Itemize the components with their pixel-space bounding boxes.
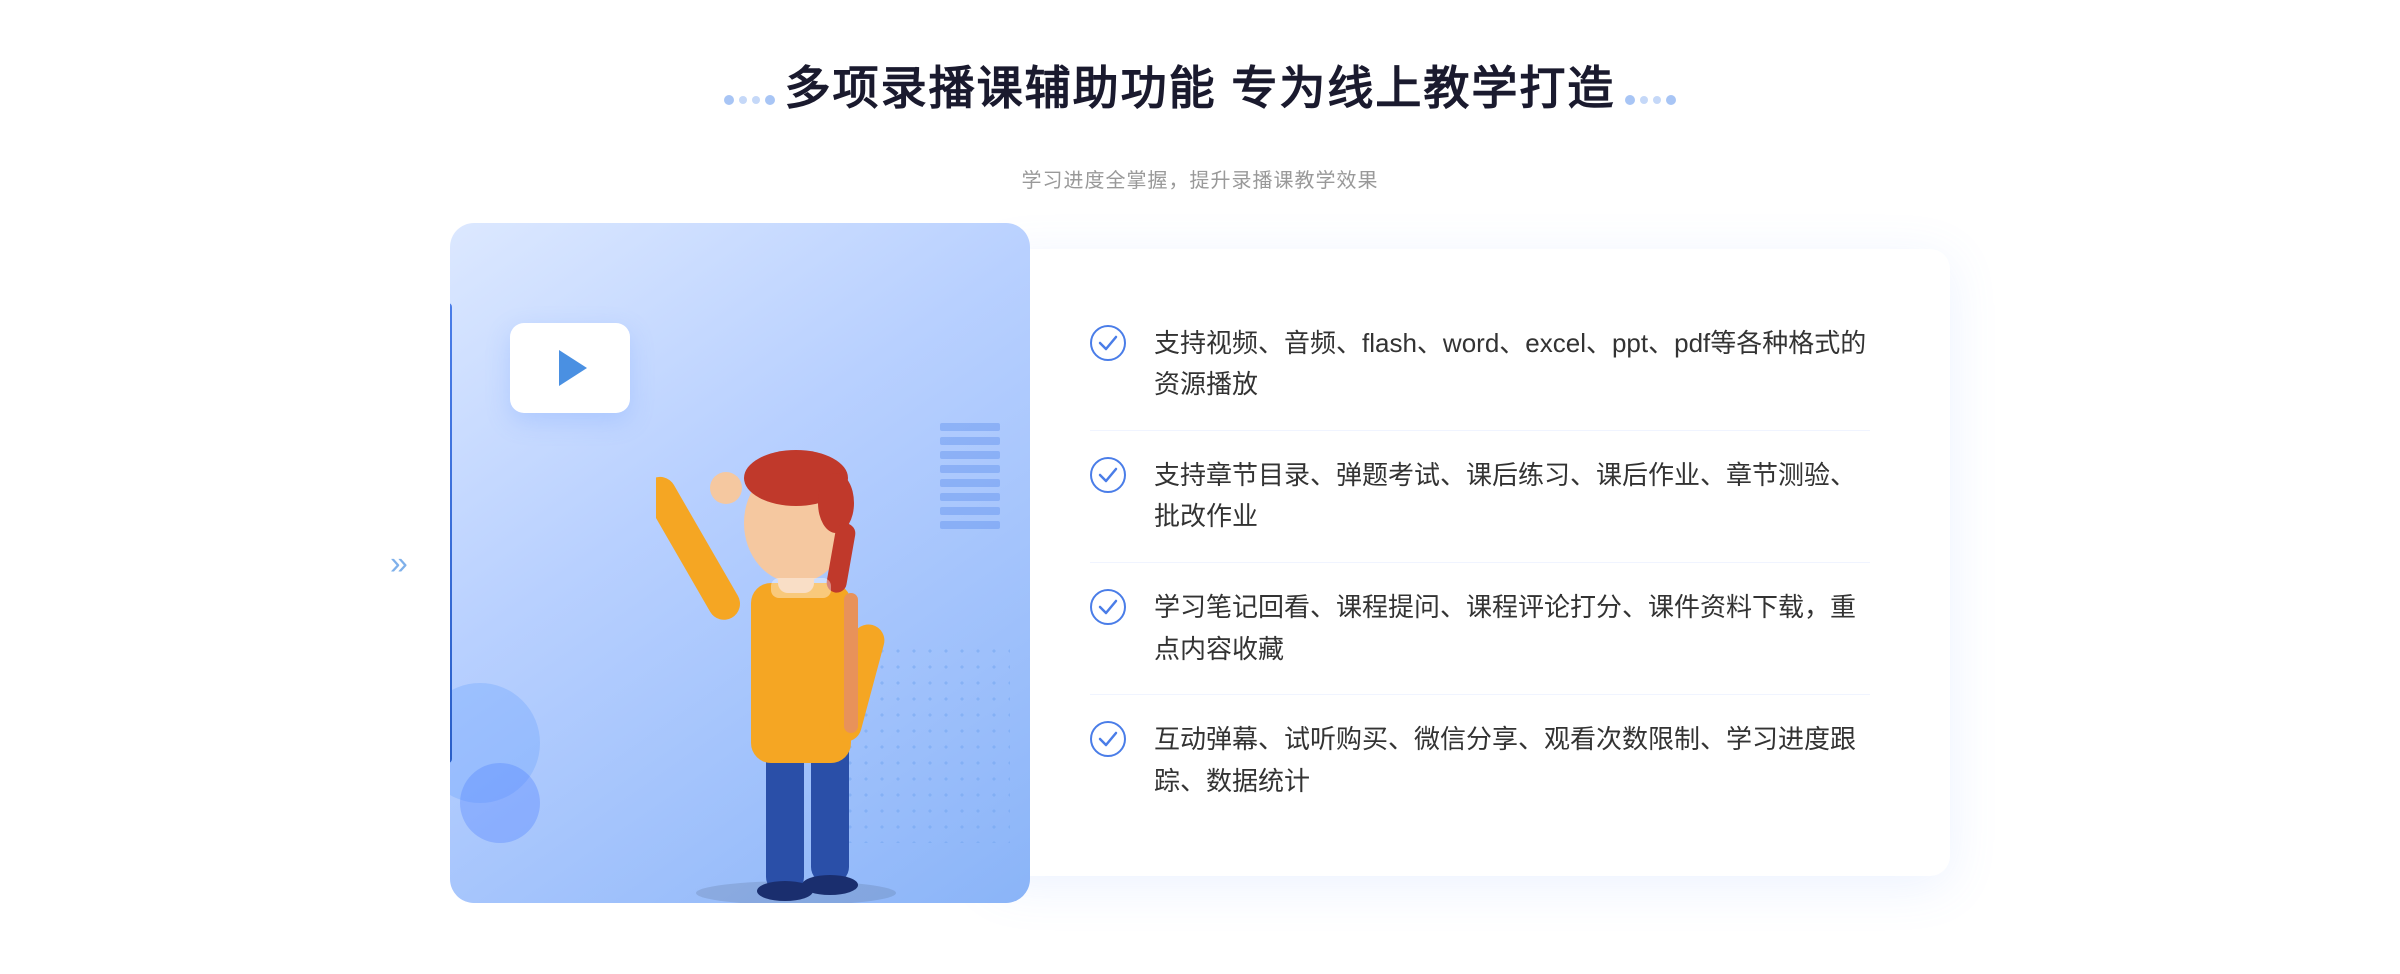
decorative-circle-small (460, 763, 540, 843)
main-title: 多项录播课辅助功能 专为线上教学打造 (785, 52, 1616, 118)
illustration-wrapper: » (450, 223, 1030, 903)
feature-text-1: 支持视频、音频、flash、word、excel、ppt、pdf等各种格式的资源… (1154, 323, 1870, 406)
feature-item-1: 支持视频、音频、flash、word、excel、ppt、pdf等各种格式的资源… (1090, 299, 1870, 431)
feature-item-2: 支持章节目录、弹题考试、课后练习、课后作业、章节测验、批改作业 (1090, 431, 1870, 563)
check-icon-1 (1090, 325, 1126, 361)
title-decoration: 多项录播课辅助功能 专为线上教学打造 (724, 52, 1677, 148)
sub-title: 学习进度全掌握，提升录播课教学效果 (1022, 164, 1379, 193)
content-area: » (450, 223, 1950, 903)
check-icon-4 (1090, 721, 1126, 757)
feature-text-3: 学习笔记回看、课程提问、课程评论打分、课件资料下载，重点内容收藏 (1154, 587, 1870, 670)
illustration-background (450, 223, 1030, 903)
left-arrows-decoration: » (390, 544, 408, 581)
feature-item-3: 学习笔记回看、课程提问、课程评论打分、课件资料下载，重点内容收藏 (1090, 563, 1870, 695)
play-icon (559, 350, 587, 386)
blue-bar-decoration (450, 303, 452, 763)
feature-text-4: 互动弹幕、试听购买、微信分享、观看次数限制、学习进度跟踪、数据统计 (1154, 719, 1870, 802)
stripes-decoration (940, 423, 1000, 543)
feature-text-2: 支持章节目录、弹题考试、课后练习、课后作业、章节测验、批改作业 (1154, 455, 1870, 538)
person-illustration (656, 383, 936, 903)
play-bubble (510, 323, 630, 413)
page-container: 多项录播课辅助功能 专为线上教学打造 学习进度全掌握，提升录播课教学效果 » (0, 12, 2400, 963)
feature-item-4: 互动弹幕、试听购买、微信分享、观看次数限制、学习进度跟踪、数据统计 (1090, 695, 1870, 826)
check-icon-3 (1090, 589, 1126, 625)
features-card: 支持视频、音频、flash、word、excel、ppt、pdf等各种格式的资源… (990, 249, 1950, 877)
header-section: 多项录播课辅助功能 专为线上教学打造 (785, 52, 1616, 132)
check-icon-2 (1090, 457, 1126, 493)
